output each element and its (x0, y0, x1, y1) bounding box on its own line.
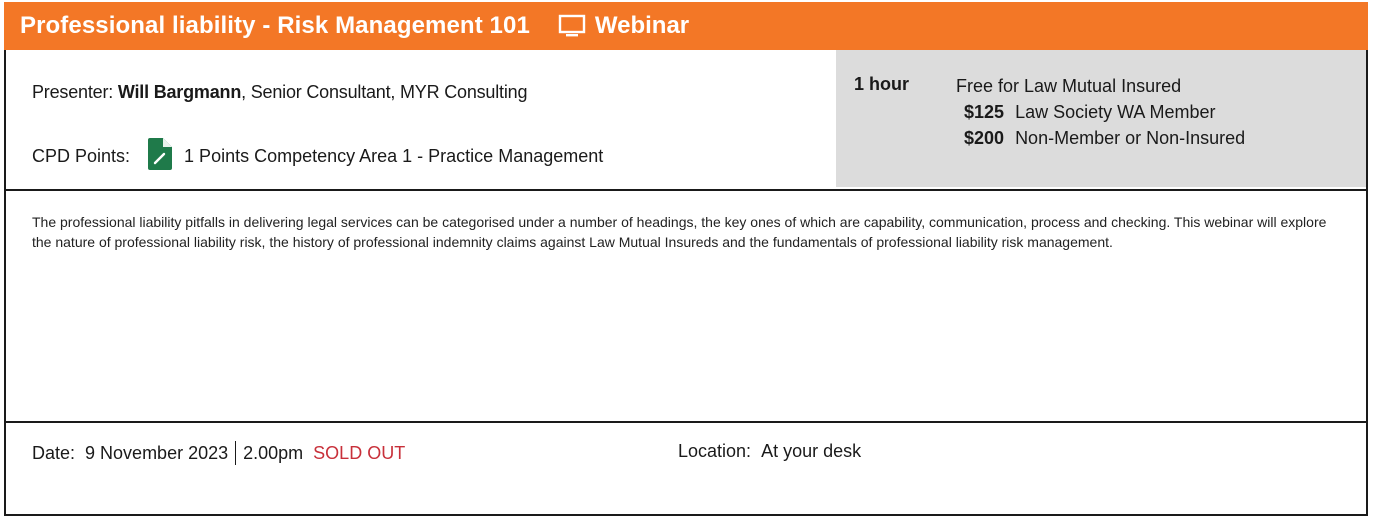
price-amount: $200 (964, 128, 1005, 148)
location-label: Location: (678, 441, 752, 461)
event-type-label: Webinar (594, 12, 690, 39)
document-edit-icon (148, 138, 173, 175)
price-free: Free for Law Mutual Insured (956, 76, 1182, 96)
presenter-label: Presenter: (32, 82, 114, 102)
pricing-panel: 1 hour Free for Law Mutual Insured $125 … (836, 50, 1366, 187)
price-label: Law Society WA Member (1015, 102, 1216, 122)
event-header: Professional liability - Risk Management… (4, 2, 1368, 50)
monitor-icon (558, 14, 586, 37)
event-info-row: Presenter: Will Bargmann, Senior Consult… (6, 50, 1366, 191)
presenter-role: , Senior Consultant, MYR Consulting (241, 82, 528, 102)
price-list: Free for Law Mutual Insured $125 Law Soc… (956, 73, 1245, 151)
event-description: The professional liability pitfalls in d… (32, 214, 1327, 250)
price-label: Non-Member or Non-Insured (1015, 128, 1246, 148)
cpd-label: CPD Points: (32, 146, 131, 166)
event-location: At your desk (761, 441, 862, 461)
location-group: Location: At your desk (678, 441, 861, 462)
duration: 1 hour (854, 74, 910, 94)
price-tier: $125 Law Society WA Member (964, 99, 1245, 125)
event-type: Webinar (558, 12, 689, 40)
date-separator (235, 441, 237, 465)
date-label: Date: (32, 442, 76, 463)
status-badge: SOLD OUT (313, 442, 406, 463)
presenter: Presenter: Will Bargmann, Senior Consult… (32, 82, 527, 103)
cpd-text: 1 Points Competency Area 1 - Practice Ma… (184, 146, 604, 166)
price-amount: $125 (964, 102, 1005, 122)
event-date: 9 November 2023 (85, 442, 229, 463)
event-time: 2.00pm (243, 442, 304, 463)
cpd-points: CPD Points: 1 Points Competency Area 1 -… (32, 138, 603, 175)
date-group: Date: 9 November 2023 2.00pm SOLD OUT (32, 441, 405, 465)
price-tier: $200 Non-Member or Non-Insured (964, 125, 1245, 151)
event-title: Professional liability - Risk Management… (20, 12, 530, 39)
presenter-name: Will Bargmann (117, 82, 242, 102)
event-card: Professional liability - Risk Management… (4, 2, 1368, 516)
event-footer: Date: 9 November 2023 2.00pm SOLD OUT Lo… (6, 421, 1366, 516)
